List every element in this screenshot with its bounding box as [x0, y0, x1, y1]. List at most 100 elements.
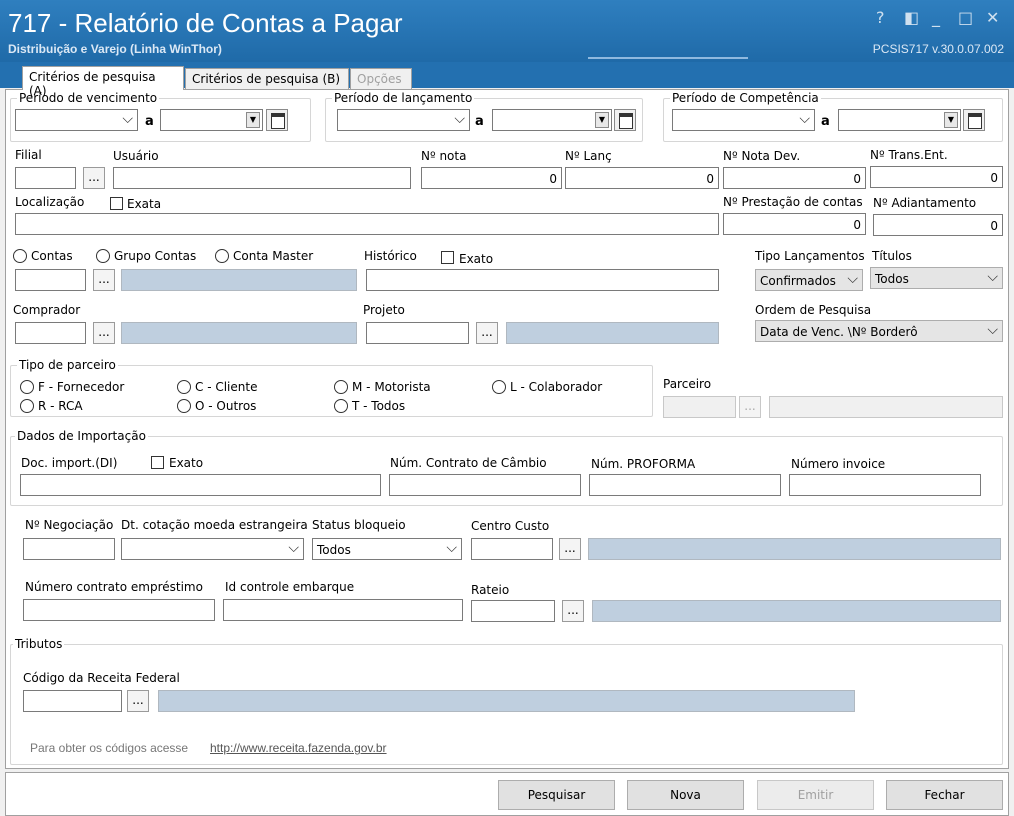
tipo-lanc-select[interactable]: Confirmados ⌵: [755, 269, 863, 291]
exata-checkbox[interactable]: [110, 197, 123, 210]
doc-import-label: Doc. import.(DI): [21, 456, 118, 470]
colaborador-radio[interactable]: [492, 380, 506, 394]
contrato-cambio-field[interactable]: [389, 474, 581, 496]
pesquisar-button[interactable]: Pesquisar: [498, 780, 615, 810]
nova-button[interactable]: Nova: [627, 780, 744, 810]
usuario-label: Usuário: [113, 149, 159, 163]
grupo-contas-label: Grupo Contas: [114, 249, 197, 263]
comprador-description-field: [121, 322, 357, 344]
trans-ent-field[interactable]: 0: [870, 166, 1003, 188]
lancamento-start-date[interactable]: ⌵: [337, 109, 470, 131]
titulos-value: Todos: [875, 272, 909, 286]
ordem-select[interactable]: Data de Venc. \Nº Borderô ⌵: [755, 320, 1003, 342]
historico-exato-checkbox[interactable]: [441, 251, 454, 264]
comprador-search-button[interactable]: ...: [93, 322, 115, 344]
rateio-description-field: [592, 600, 1001, 622]
comprador-code-field[interactable]: [15, 322, 86, 344]
competencia-start-date[interactable]: ⌵: [672, 109, 815, 131]
contrato-emprestimo-field[interactable]: [23, 599, 215, 621]
tab-criterios-a[interactable]: Critérios de pesquisa (A): [22, 66, 184, 98]
invoice-field[interactable]: [789, 474, 981, 496]
tab-opcoes[interactable]: Opções: [350, 68, 412, 90]
conta-search-button[interactable]: ...: [93, 269, 115, 291]
centro-custo-label: Centro Custo: [471, 519, 550, 533]
motorista-radio[interactable]: [334, 380, 348, 394]
chevron-down-icon: ⌵: [847, 271, 858, 287]
fechar-button[interactable]: Fechar: [886, 780, 1003, 810]
proforma-field[interactable]: [589, 474, 781, 496]
cliente-radio[interactable]: [177, 380, 191, 394]
lancamento-end-date[interactable]: ▼: [492, 109, 612, 131]
controle-embarque-field[interactable]: [223, 599, 463, 621]
prestacao-field[interactable]: 0: [723, 213, 866, 235]
group-lancamento-label: Período de lançamento: [332, 91, 475, 105]
adiantamento-field[interactable]: 0: [873, 214, 1003, 236]
cotacao-select[interactable]: ⌵: [121, 538, 304, 560]
outros-radio[interactable]: [177, 399, 191, 413]
projeto-search-button[interactable]: ...: [476, 322, 498, 344]
filial-field[interactable]: [15, 167, 76, 189]
calendar-icon[interactable]: [266, 109, 288, 131]
filial-search-button[interactable]: ...: [83, 167, 105, 189]
minimize-icon[interactable]: _: [932, 8, 940, 27]
projeto-description-field: [506, 322, 719, 344]
title-bar: 717 - Relatório de Contas a Pagar Distri…: [0, 0, 1014, 62]
prestacao-label: Nº Prestação de contas: [723, 195, 863, 209]
dropdown-arrow-icon[interactable]: ▼: [944, 112, 958, 128]
nota-dev-field[interactable]: 0: [723, 167, 866, 189]
competencia-end-date[interactable]: ▼: [838, 109, 961, 131]
help-icon[interactable]: ?: [876, 8, 885, 27]
vencimento-start-date[interactable]: ⌵: [15, 109, 138, 131]
contas-radio[interactable]: [13, 249, 27, 263]
dropdown-arrow-icon[interactable]: ▼: [595, 112, 609, 128]
lanc-label: Nº Lanç: [565, 149, 612, 163]
restore-icon[interactable]: ◧: [904, 8, 919, 27]
receita-search-button[interactable]: ...: [127, 690, 149, 712]
vencimento-end-date[interactable]: ▼: [160, 109, 263, 131]
grupo-contas-radio[interactable]: [96, 249, 110, 263]
maximize-icon[interactable]: □: [958, 8, 973, 27]
rateio-search-button[interactable]: ...: [562, 600, 584, 622]
lanc-field[interactable]: 0: [565, 167, 719, 189]
projeto-label: Projeto: [363, 303, 405, 317]
tab-criterios-b[interactable]: Critérios de pesquisa (B): [185, 68, 349, 90]
receita-code-field[interactable]: [23, 690, 122, 712]
chevron-down-icon: ⌵: [454, 111, 465, 127]
status-select[interactable]: Todos ⌵: [312, 538, 462, 560]
dropdown-arrow-icon[interactable]: ▼: [246, 112, 260, 128]
historico-label: Histórico: [364, 249, 417, 263]
rateio-code-field[interactable]: [471, 600, 555, 622]
conta-code-field[interactable]: [15, 269, 86, 291]
close-icon[interactable]: ✕: [986, 8, 999, 27]
rca-label: R - RCA: [38, 399, 83, 413]
parceiro-label: Parceiro: [663, 377, 712, 391]
conta-master-label: Conta Master: [233, 249, 314, 263]
centro-custo-code-field[interactable]: [471, 538, 553, 560]
ordem-label: Ordem de Pesquisa: [755, 303, 872, 317]
projeto-code-field[interactable]: [366, 322, 469, 344]
conta-master-radio[interactable]: [215, 249, 229, 263]
chevron-down-icon: ⌵: [987, 269, 998, 285]
calendar-icon[interactable]: [614, 109, 636, 131]
titulos-select[interactable]: Todos ⌵: [870, 267, 1003, 289]
nota-dev-label: Nº Nota Dev.: [723, 149, 801, 163]
receita-link[interactable]: http://www.receita.fazenda.gov.br: [210, 741, 387, 755]
historico-field[interactable]: [366, 269, 719, 291]
parceiro-search-button: ...: [739, 396, 761, 418]
usuario-field[interactable]: [113, 167, 411, 189]
importacao-label: Dados de Importação: [15, 429, 148, 443]
emitir-button[interactable]: Emitir: [757, 780, 874, 810]
doc-import-field[interactable]: [20, 474, 381, 496]
localizacao-field[interactable]: [15, 213, 719, 235]
receita-hint: Para obter os códigos acesse: [30, 741, 189, 755]
colaborador-label: L - Colaborador: [510, 380, 603, 394]
doc-exato-checkbox[interactable]: [151, 456, 164, 469]
centro-custo-search-button[interactable]: ...: [559, 538, 581, 560]
nota-field[interactable]: 0: [421, 167, 562, 189]
rca-radio[interactable]: [20, 399, 34, 413]
todos-radio[interactable]: [334, 399, 348, 413]
negociacao-field[interactable]: [23, 538, 115, 560]
fornecedor-radio[interactable]: [20, 380, 34, 394]
rateio-label: Rateio: [471, 583, 510, 597]
calendar-icon[interactable]: [963, 109, 985, 131]
